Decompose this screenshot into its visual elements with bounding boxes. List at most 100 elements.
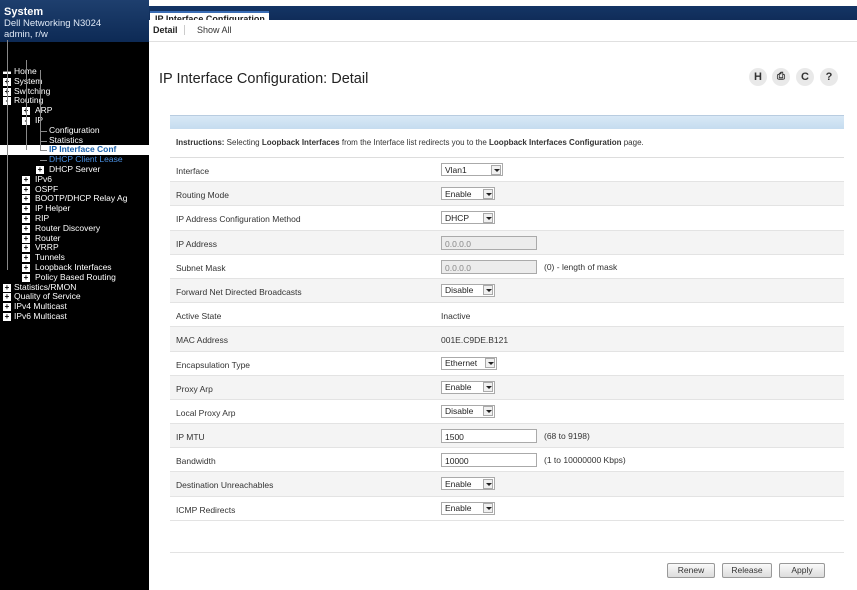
system-title: System (4, 6, 44, 18)
subnet-mask-label: Subnet Mask (176, 262, 226, 273)
nav-item-ipv6[interactable]: + IPv6 (0, 174, 149, 185)
nav-item-vrrp[interactable]: + VRRP (0, 243, 149, 253)
instructions-text: Instructions: Selecting Loopback Interfa… (170, 129, 844, 158)
subnet-mask-hint: (0) - length of mask (544, 261, 618, 272)
tree-connector (40, 130, 47, 132)
device-model: Dell Networking N3024 (4, 18, 102, 29)
local-proxy-arp-select[interactable]: Disable (441, 404, 495, 418)
tree-guide-line (40, 70, 41, 150)
routing-mode-select[interactable]: Enable (441, 187, 495, 201)
expand-icon[interactable]: + (22, 244, 30, 253)
ip-method-select[interactable]: DHCP (441, 211, 495, 225)
row-icmp-redirects: ICMP Redirects Enable (170, 497, 844, 521)
row-mac-address: MAC Address 001E.C9DE.B121 (170, 327, 844, 352)
encapsulation-type-label: Encapsulation Type (176, 359, 251, 370)
active-state-label: Active State (176, 311, 222, 322)
expand-icon[interactable]: + (22, 234, 30, 243)
help-h-icon[interactable]: H (749, 68, 767, 86)
instructions-part: Selecting (224, 138, 262, 147)
bandwidth-input[interactable]: 10000 (441, 453, 537, 468)
chevron-down-icon (483, 212, 493, 223)
nav-item-routing[interactable]: -Routing (0, 96, 149, 106)
expand-icon[interactable]: + (3, 303, 11, 312)
release-button[interactable]: Release (722, 563, 772, 578)
destination-unreachables-select[interactable]: Enable (441, 477, 495, 491)
tree-guide-line (26, 60, 27, 150)
expand-icon[interactable]: + (3, 312, 11, 321)
subtab-detail[interactable]: Detail (153, 25, 178, 35)
nav-item-router[interactable]: + Router (0, 233, 149, 244)
apply-button[interactable]: Apply (779, 563, 825, 578)
nav-item-arp[interactable]: +ARP (0, 105, 149, 116)
chevron-down-icon (483, 188, 493, 199)
row-bandwidth: Bandwidth 10000 (1 to 10000000 Kbps) (170, 448, 844, 473)
print-icon[interactable]: ⎙ (772, 68, 790, 86)
subnet-mask-field: 0.0.0.0 (441, 259, 537, 274)
encapsulation-type-select[interactable]: Ethernet (441, 356, 497, 370)
chevron-down-icon (483, 285, 493, 296)
row-ip-address: IP Address 0.0.0.0 (170, 230, 844, 255)
ip-address-field: 0.0.0.0 (441, 235, 537, 250)
instructions-bold: Loopback Interfaces (261, 138, 340, 147)
expand-icon[interactable]: + (22, 175, 30, 184)
routing-mode-value: Enable (445, 188, 472, 199)
instructions-part: from the Interface list redirects you to… (339, 138, 490, 147)
forward-broadcasts-value: Disable (445, 285, 474, 296)
ip-method-label: IP Address Configuration Method (176, 214, 301, 225)
row-local-proxy-arp: Local Proxy Arp Disable (170, 400, 844, 425)
expand-icon[interactable]: + (22, 273, 30, 282)
expand-icon[interactable]: + (3, 293, 11, 302)
form-header-bar (170, 115, 844, 129)
expand-icon[interactable]: + (3, 283, 11, 292)
chevron-down-icon (483, 478, 493, 489)
proxy-arp-value: Enable (445, 382, 472, 393)
nav-item-dhcp-server[interactable]: + DHCP Server (0, 164, 149, 175)
expand-icon[interactable]: + (22, 195, 30, 204)
row-routing-mode: Routing Mode Enable (170, 182, 844, 207)
chevron-down-icon (483, 406, 493, 417)
expand-icon[interactable]: + (22, 185, 30, 194)
chevron-down-icon (485, 358, 495, 368)
row-encapsulation-type: Encapsulation Type Ethernet (170, 352, 844, 376)
row-proxy-arp: Proxy Arp Enable (170, 375, 844, 400)
subtab-show-all[interactable]: Show All (184, 25, 232, 35)
ip-method-value: DHCP (445, 212, 470, 223)
navigation-sidebar: System Dell Networking N3024 admin, r/w … (0, 0, 149, 590)
row-interface: Interface Vlan1 (170, 158, 844, 183)
expand-icon[interactable]: + (22, 263, 30, 272)
icmp-redirects-value: Enable (445, 503, 472, 514)
ip-address-label: IP Address (176, 238, 217, 249)
interface-label: Interface (176, 166, 210, 176)
interface-select[interactable]: Vlan1 (441, 163, 503, 176)
instructions-bold: Loopback Interfaces Configuration (489, 138, 622, 147)
page-title: IP Interface Configuration: Detail (159, 71, 369, 87)
nav-item-label: IPv6 Multicast (14, 310, 67, 321)
local-proxy-arp-value: Disable (445, 406, 474, 417)
nav-item-router-discovery[interactable]: + Router Discovery (0, 223, 149, 234)
nav-item-ip-helper[interactable]: + IP Helper (0, 203, 149, 214)
tree-guide-line (7, 40, 8, 270)
expand-icon[interactable]: + (22, 205, 30, 214)
active-state-value: Inactive (441, 311, 471, 322)
instructions-part: page. (621, 138, 644, 147)
row-ip-mtu: IP MTU 1500 (68 to 9198) (170, 424, 844, 449)
expand-icon[interactable]: + (22, 224, 30, 233)
nav-item-ipv6-multicast[interactable]: + IPv6 Multicast (0, 310, 149, 322)
proxy-arp-select[interactable]: Enable (441, 380, 495, 394)
instructions-prefix: Instructions: (176, 138, 225, 147)
renew-button[interactable]: Renew (667, 563, 715, 578)
mac-address-value: 001E.C9DE.B121 (441, 335, 509, 346)
row-destination-unreachables: Destination Unreachables Enable (170, 472, 844, 497)
ip-mtu-input[interactable]: 1500 (441, 429, 537, 444)
button-bar-divider (170, 552, 844, 553)
refresh-icon[interactable]: C (796, 68, 814, 86)
forward-broadcasts-select[interactable]: Disable (441, 283, 495, 297)
help-question-icon[interactable]: ? (820, 68, 838, 86)
expand-icon[interactable]: + (36, 165, 44, 174)
expand-icon[interactable]: + (22, 254, 30, 263)
expand-icon[interactable]: + (22, 214, 30, 223)
chevron-down-icon (483, 503, 493, 514)
row-subnet-mask: Subnet Mask 0.0.0.0 (0) - length of mask (170, 255, 844, 279)
icmp-redirects-select[interactable]: Enable (441, 501, 495, 515)
nav-item-bootp-dhcp-relay-ag[interactable]: + BOOTP/DHCP Relay Ag (0, 194, 149, 204)
